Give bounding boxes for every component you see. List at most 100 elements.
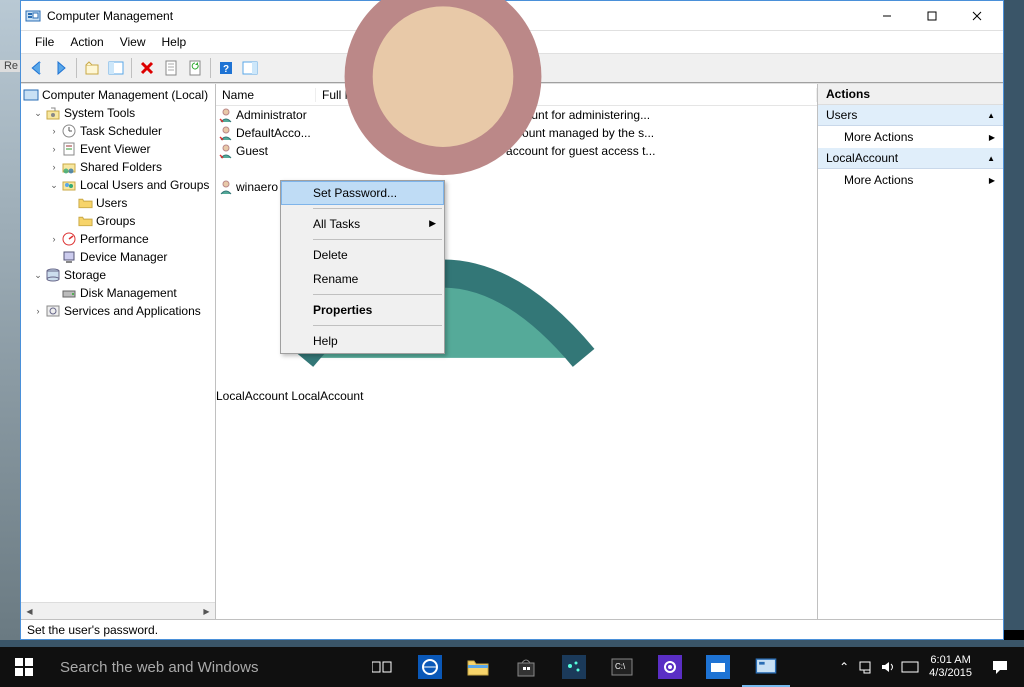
- edge-button[interactable]: [406, 647, 454, 687]
- ctx-delete[interactable]: Delete: [281, 243, 444, 267]
- tree-label: Shared Folders: [80, 160, 162, 174]
- menu-help[interactable]: Help: [154, 33, 195, 51]
- explorer-button[interactable]: [454, 647, 502, 687]
- tree-event-viewer[interactable]: › Event Viewer: [21, 140, 215, 158]
- tree-device-manager[interactable]: Device Manager: [21, 248, 215, 266]
- tree-groups[interactable]: Groups: [21, 212, 215, 230]
- delete-button[interactable]: [136, 57, 158, 79]
- computer-management-taskbar-button[interactable]: [742, 647, 790, 687]
- close-button[interactable]: [954, 1, 999, 30]
- ctx-set-password[interactable]: Set Password...: [281, 181, 444, 205]
- system-tray: ⌃ 6:01 AM 4/3/2015: [833, 647, 1024, 687]
- collapse-icon[interactable]: ▲: [987, 111, 995, 120]
- collapse-icon[interactable]: ▲: [987, 154, 995, 163]
- expand-icon[interactable]: ›: [31, 306, 45, 316]
- ctx-all-tasks[interactable]: All Tasks ▶: [281, 212, 444, 236]
- collapse-icon[interactable]: ⌄: [31, 108, 45, 119]
- collapse-icon[interactable]: ⌄: [31, 270, 45, 281]
- up-button[interactable]: [81, 57, 103, 79]
- tree-label: Local Users and Groups: [80, 178, 209, 192]
- settings-button[interactable]: [646, 647, 694, 687]
- actions-more-localaccount[interactable]: More Actions ▶: [818, 169, 1003, 191]
- separator: [313, 294, 442, 295]
- notifications-button[interactable]: [980, 647, 1020, 687]
- start-button[interactable]: [0, 647, 48, 687]
- refresh-button[interactable]: [184, 57, 206, 79]
- status-bar: Set the user's password.: [21, 619, 1003, 639]
- tree-shared-folders[interactable]: › Shared Folders: [21, 158, 215, 176]
- separator: [313, 239, 442, 240]
- tree-storage[interactable]: ⌄ Storage: [21, 266, 215, 284]
- tree-pane[interactable]: Computer Management (Local) ⌄ System Too…: [21, 84, 216, 619]
- scroll-right-icon[interactable]: ▶: [198, 603, 215, 620]
- expand-icon[interactable]: ›: [47, 234, 61, 244]
- actions-more-users[interactable]: More Actions ▶: [818, 126, 1003, 148]
- expand-icon[interactable]: ›: [47, 162, 61, 172]
- expand-icon[interactable]: ›: [47, 144, 61, 154]
- submenu-icon: ▶: [429, 218, 436, 229]
- separator: [313, 325, 442, 326]
- folder-icon: [77, 195, 93, 211]
- tree-users[interactable]: Users: [21, 194, 215, 212]
- tray-expand-icon[interactable]: ⌃: [833, 647, 855, 687]
- action-label: More Actions: [844, 173, 913, 187]
- tree-system-tools[interactable]: ⌄ System Tools: [21, 104, 215, 122]
- ctx-rename[interactable]: Rename: [281, 267, 444, 291]
- cropped-text-left: Re: [0, 60, 20, 72]
- volume-icon[interactable]: [877, 647, 899, 687]
- submenu-icon: ▶: [989, 176, 995, 185]
- tree-task-scheduler[interactable]: › Task Scheduler: [21, 122, 215, 140]
- user-row-selected[interactable]: LocalAccount LocalAccount: [216, 160, 817, 178]
- tree-services-apps[interactable]: › Services and Applications: [21, 302, 215, 320]
- minimize-button[interactable]: [864, 1, 909, 30]
- actions-pane: Actions Users ▲ More Actions ▶ LocalAcco…: [818, 84, 1003, 619]
- tree-root-label: Computer Management (Local): [42, 88, 208, 102]
- storage-icon: [45, 267, 61, 283]
- properties-button[interactable]: [160, 57, 182, 79]
- tree-root[interactable]: Computer Management (Local): [21, 86, 215, 104]
- tree-label: Storage: [64, 268, 106, 282]
- show-hide-tree-button[interactable]: [105, 57, 127, 79]
- tree-label: Task Scheduler: [80, 124, 162, 138]
- task-view-button[interactable]: [358, 647, 406, 687]
- menu-action[interactable]: Action: [62, 33, 111, 51]
- maximize-button[interactable]: [909, 1, 954, 30]
- tree-label: Services and Applications: [64, 304, 201, 318]
- users-groups-icon: [61, 177, 77, 193]
- search-box[interactable]: Search the web and Windows: [48, 647, 358, 687]
- ctx-help[interactable]: Help: [281, 329, 444, 353]
- svg-text:C:\: C:\: [615, 662, 626, 671]
- user-icon: [218, 375, 668, 389]
- time-text: 6:01 AM: [929, 654, 972, 667]
- menu-view[interactable]: View: [112, 33, 154, 51]
- date-text: 4/3/2015: [929, 667, 972, 680]
- terminal-button[interactable]: C:\: [598, 647, 646, 687]
- actions-group-users[interactable]: Users ▲: [818, 105, 1003, 126]
- expand-icon[interactable]: ›: [47, 126, 61, 136]
- forward-button[interactable]: [50, 57, 72, 79]
- collapse-icon[interactable]: ⌄: [47, 180, 61, 191]
- back-button[interactable]: [26, 57, 48, 79]
- horizontal-scrollbar[interactable]: ◀ ▶: [21, 602, 215, 619]
- clock[interactable]: 6:01 AM 4/3/2015: [921, 654, 980, 680]
- actions-group-localaccount[interactable]: LocalAccount ▲: [818, 148, 1003, 169]
- disk-mgmt-icon: [61, 285, 77, 301]
- tree-label: Groups: [96, 214, 135, 228]
- ctx-properties[interactable]: Properties: [281, 298, 444, 322]
- scroll-left-icon[interactable]: ◀: [21, 603, 38, 620]
- shared-folders-icon: [61, 159, 77, 175]
- actions-group-label: Users: [826, 108, 857, 122]
- app-button-1[interactable]: [550, 647, 598, 687]
- status-text: Set the user's password.: [27, 623, 158, 637]
- context-menu: Set Password... All Tasks ▶ Delete Renam…: [280, 180, 445, 354]
- tree-local-users-groups[interactable]: ⌄ Local Users and Groups: [21, 176, 215, 194]
- app-button-2[interactable]: [694, 647, 742, 687]
- tree-label: Event Viewer: [80, 142, 150, 156]
- tree-disk-mgmt[interactable]: Disk Management: [21, 284, 215, 302]
- keyboard-icon[interactable]: [899, 647, 921, 687]
- store-button[interactable]: [502, 647, 550, 687]
- tree-performance[interactable]: › Performance: [21, 230, 215, 248]
- network-icon[interactable]: [855, 647, 877, 687]
- menu-file[interactable]: File: [27, 33, 62, 51]
- search-placeholder: Search the web and Windows: [60, 659, 258, 676]
